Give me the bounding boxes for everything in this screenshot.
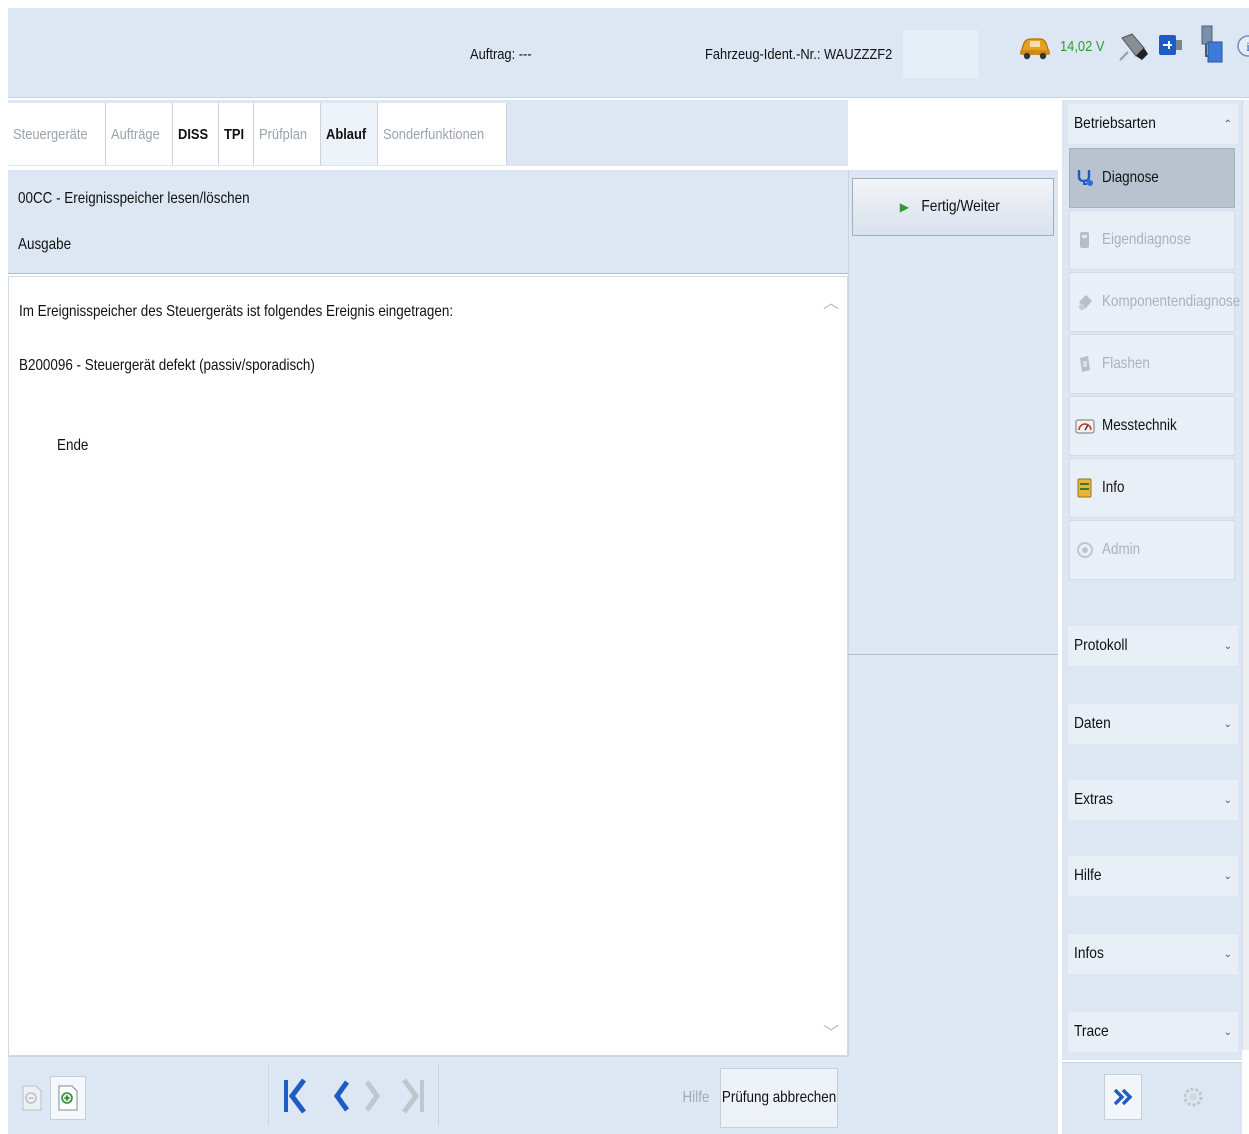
scroll-down-icon[interactable]: ﹀ bbox=[823, 1019, 839, 1043]
chevron-down-icon: ⌄ bbox=[1223, 1026, 1232, 1038]
mode-flashen[interactable]: Flashen bbox=[1069, 334, 1235, 394]
section-daten[interactable]: Daten ⌄ bbox=[1068, 704, 1238, 744]
mode-komponentendiagnose[interactable]: Komponentendiagnose bbox=[1069, 272, 1240, 332]
output-panel[interactable]: Im Ereignisspeicher des Steuergeräts ist… bbox=[8, 276, 848, 1056]
nav-last-button[interactable] bbox=[388, 1066, 438, 1126]
tab-pruefplan[interactable]: Prüfplan bbox=[253, 103, 321, 165]
gauge-icon bbox=[1074, 415, 1096, 437]
step-subtitle: Ausgabe bbox=[18, 236, 72, 253]
sidebar-footer bbox=[1062, 1062, 1242, 1134]
gear-icon bbox=[1183, 1087, 1203, 1107]
bottom-action-area bbox=[848, 1056, 1058, 1134]
chevron-down-icon: ⌄ bbox=[1223, 870, 1232, 882]
tab-tpi[interactable]: TPI bbox=[219, 103, 254, 165]
tab-strip: Steuergeräte Aufträge DISS TPI Prüfplan … bbox=[8, 103, 507, 165]
fertig-weiter-button[interactable]: ▶ Fertig/Weiter bbox=[852, 178, 1054, 236]
action-column bbox=[848, 170, 1058, 1056]
stethoscope-icon bbox=[1074, 167, 1096, 189]
tab-ablauf[interactable]: Ablauf bbox=[320, 103, 379, 165]
next-icon bbox=[364, 1080, 381, 1112]
zoom-out-icon bbox=[22, 1085, 42, 1111]
output-line-event: B200096 - Steuergerät defekt (passiv/spo… bbox=[19, 357, 315, 374]
nav-first-button[interactable] bbox=[270, 1066, 320, 1126]
zoom-in-button[interactable] bbox=[50, 1076, 86, 1120]
usb-icon bbox=[1158, 32, 1184, 63]
tab-diss[interactable]: DISS bbox=[173, 103, 220, 165]
divider bbox=[268, 1064, 269, 1126]
section-protokoll[interactable]: Protokoll ⌄ bbox=[1068, 626, 1238, 666]
tab-sonderfunktionen[interactable]: Sonderfunktionen bbox=[378, 103, 507, 165]
section-hilfe[interactable]: Hilfe ⌄ bbox=[1068, 856, 1238, 896]
section-extras[interactable]: Extras ⌄ bbox=[1068, 780, 1238, 820]
step-title-area: 00CC - Ereignisspeicher lesen/löschen Au… bbox=[8, 170, 848, 274]
section-infos[interactable]: Infos ⌄ bbox=[1068, 934, 1238, 974]
plug-icon bbox=[1118, 30, 1152, 69]
chevron-down-icon: ⌄ bbox=[1223, 794, 1232, 806]
divider bbox=[848, 654, 1058, 655]
chevron-down-icon: ⌄ bbox=[1223, 718, 1232, 730]
chevron-down-icon: ⌄ bbox=[1223, 640, 1232, 652]
play-icon: ▶ bbox=[899, 200, 909, 214]
flash-icon bbox=[1074, 353, 1096, 375]
vehicle-id-label: Fahrzeug-Ident.-Nr.: WAUZZZF2 bbox=[705, 46, 893, 63]
mode-info[interactable]: Info bbox=[1069, 458, 1235, 518]
car-icon bbox=[1018, 32, 1052, 65]
mode-diagnose[interactable]: Diagnose bbox=[1069, 148, 1235, 208]
last-step-icon bbox=[402, 1078, 424, 1114]
info-book-icon bbox=[1074, 477, 1096, 499]
step-title: 00CC - Ereignisspeicher lesen/löschen bbox=[18, 190, 250, 207]
zoom-in-icon bbox=[58, 1085, 78, 1111]
battery-voltage: 14,02 V bbox=[1060, 38, 1105, 55]
chevron-up-icon: ⌃ bbox=[1223, 118, 1232, 130]
zoom-out-button[interactable] bbox=[14, 1076, 50, 1120]
cancel-test-button[interactable]: Prüfung abbrechen bbox=[720, 1068, 838, 1128]
scroll-up-icon[interactable]: ︿ bbox=[823, 289, 839, 313]
output-line-intro: Im Ereignisspeicher des Steuergeräts ist… bbox=[19, 303, 454, 320]
tab-auftraege[interactable]: Aufträge bbox=[105, 103, 174, 165]
divider bbox=[438, 1064, 439, 1126]
info-icon[interactable]: i bbox=[1236, 34, 1249, 60]
chevron-down-icon: ⌄ bbox=[1223, 948, 1232, 960]
first-step-icon bbox=[284, 1078, 306, 1114]
section-trace[interactable]: Trace ⌄ bbox=[1068, 1012, 1238, 1052]
component-icon bbox=[1074, 291, 1096, 313]
tab-steuergeraete[interactable]: Steuergeräte bbox=[8, 103, 106, 165]
expand-button[interactable] bbox=[1104, 1074, 1142, 1120]
double-chevron-right-icon bbox=[1113, 1088, 1133, 1106]
mode-admin[interactable]: Admin bbox=[1069, 520, 1235, 580]
help-button[interactable]: Hilfe bbox=[680, 1076, 712, 1120]
admin-icon bbox=[1074, 539, 1096, 561]
settings-button[interactable] bbox=[1176, 1076, 1210, 1118]
output-line-end: Ende bbox=[57, 437, 89, 454]
vin-redaction bbox=[903, 30, 978, 78]
tool-icon bbox=[1074, 229, 1096, 251]
mode-messtechnik[interactable]: Messtechnik bbox=[1069, 396, 1235, 456]
order-label: Auftrag: --- bbox=[470, 46, 532, 63]
mode-eigendiagnose[interactable]: Eigendiagnose bbox=[1069, 210, 1235, 270]
network-icon bbox=[1196, 24, 1228, 73]
sidebar-scrollbar[interactable] bbox=[1242, 100, 1249, 1050]
section-betriebsarten[interactable]: Betriebsarten ⌃ bbox=[1068, 104, 1238, 144]
